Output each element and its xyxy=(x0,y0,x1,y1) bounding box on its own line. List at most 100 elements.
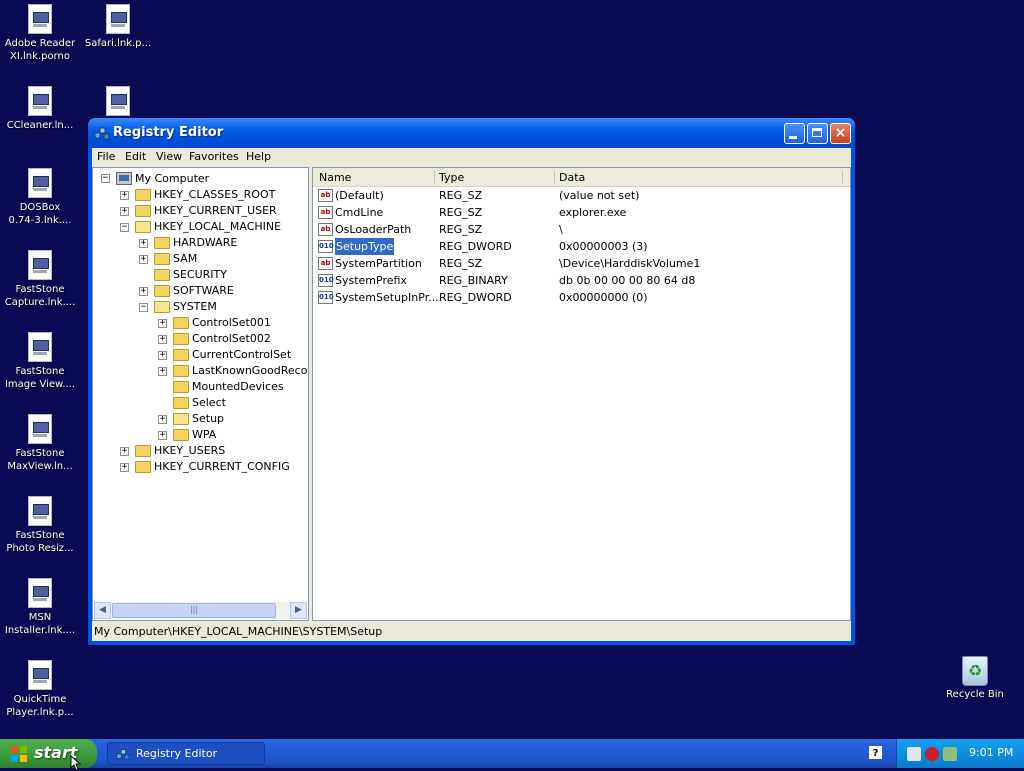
expand-icon[interactable]: + xyxy=(139,287,148,296)
value-row[interactable]: ab OsLoaderPath REG_SZ \ xyxy=(313,221,850,238)
tree-node-software[interactable]: + SOFTWARE xyxy=(93,283,308,299)
expand-icon[interactable]: + xyxy=(120,191,129,200)
column-header-name[interactable]: Name xyxy=(319,171,351,184)
tree-node-setup[interactable]: + Setup xyxy=(93,411,308,427)
title-bar[interactable]: Registry Editor × xyxy=(88,118,855,148)
maximize-button[interactable] xyxy=(807,123,828,144)
start-button[interactable]: start xyxy=(0,739,97,768)
value-row-selected[interactable]: 010 SetupType REG_DWORD 0x00000003 (3) xyxy=(313,238,850,255)
menu-view[interactable]: View xyxy=(156,150,182,163)
folder-icon xyxy=(173,317,189,329)
tree-node-controlset002[interactable]: + ControlSet002 xyxy=(93,331,308,347)
clock[interactable]: 9:01 PM xyxy=(969,746,1013,759)
menu-file[interactable]: File xyxy=(97,150,115,163)
expand-icon[interactable]: + xyxy=(158,319,167,328)
registry-values-pane[interactable]: Name Type Data ab (Default) REG_SZ (valu… xyxy=(312,167,851,621)
desktop-icon-msn-installer[interactable]: MSN Installer.lnk.... xyxy=(0,578,80,637)
tree-node-controlset001[interactable]: + ControlSet001 xyxy=(93,315,308,331)
expand-icon[interactable]: + xyxy=(158,431,167,440)
maximize-icon xyxy=(808,124,827,143)
scroll-right-button[interactable]: ▶ xyxy=(290,602,307,619)
help-icon[interactable]: ? xyxy=(869,746,882,759)
tree-node-security[interactable]: SECURITY xyxy=(93,267,308,283)
desktop-icon-faststone-maxview[interactable]: FastStone MaxView.ln... xyxy=(0,414,80,473)
expand-icon[interactable]: + xyxy=(158,415,167,424)
taskbar-button-registry-editor[interactable]: Registry Editor xyxy=(107,742,265,765)
expand-icon[interactable]: + xyxy=(158,335,167,344)
column-header-type[interactable]: Type xyxy=(439,171,464,184)
tree-horizontal-scrollbar[interactable]: ◀ ||| ▶ xyxy=(94,602,307,619)
tree-node-wpa[interactable]: + WPA xyxy=(93,427,308,443)
tree-node-mounteddevices[interactable]: MountedDevices xyxy=(93,379,308,395)
tree-node-hkcu[interactable]: + HKEY_CURRENT_USER xyxy=(93,203,308,219)
tree-node-hklm[interactable]: − HKEY_LOCAL_MACHINE xyxy=(93,219,308,235)
system-tray: 9:01 PM xyxy=(896,739,1024,768)
desktop-icon-adobe-reader[interactable]: Adobe Reader XI.lnk.porno xyxy=(0,4,80,63)
tree-node-label: MountedDevices xyxy=(192,380,284,393)
desktop-icon-hidden[interactable] xyxy=(78,86,158,119)
collapse-icon[interactable]: − xyxy=(139,303,148,312)
folder-icon xyxy=(173,333,189,345)
expand-icon[interactable]: + xyxy=(139,239,148,248)
tree-node-hkcc[interactable]: + HKEY_CURRENT_CONFIG xyxy=(93,459,308,475)
registry-editor-window[interactable]: Registry Editor × File Edit View Favorit… xyxy=(88,118,855,645)
expand-icon[interactable]: + xyxy=(120,447,129,456)
desktop-icon-label: QuickTime Player.lnk.p... xyxy=(6,694,74,718)
value-row[interactable]: 010 SystemSetupInPr... REG_DWORD 0x00000… xyxy=(313,289,850,306)
column-header-data[interactable]: Data xyxy=(559,171,585,184)
tree-node-hkcr[interactable]: + HKEY_CLASSES_ROOT xyxy=(93,187,308,203)
desktop-icon-safari[interactable]: Safari.lnk.p... xyxy=(78,4,158,50)
expand-icon[interactable]: + xyxy=(120,463,129,472)
column-divider[interactable] xyxy=(434,171,435,184)
shortcut-file-icon xyxy=(28,250,52,280)
folder-icon xyxy=(154,253,170,265)
value-row[interactable]: 010 SystemPrefix REG_BINARY db 0b 00 00 … xyxy=(313,272,850,289)
network-icon[interactable] xyxy=(907,747,921,761)
value-row[interactable]: ab (Default) REG_SZ (value not set) xyxy=(313,187,850,204)
column-divider[interactable] xyxy=(842,171,843,184)
string-value-icon: ab xyxy=(318,189,333,202)
tree-node-select[interactable]: Select xyxy=(93,395,308,411)
desktop-icon-faststone-photo-resizer[interactable]: FastStone Photo Resiz... xyxy=(0,496,80,555)
expand-icon[interactable]: + xyxy=(158,367,167,376)
expand-icon[interactable]: + xyxy=(158,351,167,360)
value-type: REG_SZ xyxy=(439,206,483,219)
scroll-thumb[interactable]: ||| xyxy=(112,603,276,618)
expand-icon[interactable]: + xyxy=(139,255,148,264)
tree-node-my-computer[interactable]: − My Computer xyxy=(93,171,308,187)
collapse-icon[interactable]: − xyxy=(101,174,110,183)
collapse-icon[interactable]: − xyxy=(120,223,129,232)
minimize-button[interactable] xyxy=(784,123,805,144)
column-divider[interactable] xyxy=(554,171,555,184)
status-bar: My Computer\HKEY_LOCAL_MACHINE\SYSTEM\Se… xyxy=(94,625,383,638)
expand-icon[interactable]: + xyxy=(120,207,129,216)
value-row[interactable]: ab CmdLine REG_SZ explorer.exe xyxy=(313,204,850,221)
desktop-icon-quicktime[interactable]: QuickTime Player.lnk.p... xyxy=(0,660,80,719)
minimize-icon xyxy=(785,124,804,143)
tree-node-lastknowngood[interactable]: + LastKnownGoodRecove xyxy=(93,363,308,379)
folder-icon xyxy=(154,285,170,297)
desktop-icon-faststone-image-viewer[interactable]: FastStone Image View.... xyxy=(0,332,80,391)
desktop-icon-faststone-capture[interactable]: FastStone Capture.lnk.... xyxy=(0,250,80,309)
tree-node-hku[interactable]: + HKEY_USERS xyxy=(93,443,308,459)
tree-node-hardware[interactable]: + HARDWARE xyxy=(93,235,308,251)
desktop-icon-dosbox[interactable]: DOSBox 0.74-3.lnk.... xyxy=(0,168,80,227)
registry-tree-pane[interactable]: − My Computer + HKEY_CLASSES_ROOT + HKEY… xyxy=(92,167,309,621)
value-row[interactable]: ab SystemPartition REG_SZ \Device\Harddi… xyxy=(313,255,850,272)
tree-node-sam[interactable]: + SAM xyxy=(93,251,308,267)
desktop-icon-ccleaner[interactable]: CCleaner.ln... xyxy=(0,86,80,132)
taskbar-button-label: Registry Editor xyxy=(136,747,218,760)
scroll-left-button[interactable]: ◀ xyxy=(94,602,111,619)
menu-help[interactable]: Help xyxy=(246,150,271,163)
folder-open-icon xyxy=(173,413,189,425)
menu-edit[interactable]: Edit xyxy=(125,150,146,163)
desktop-icon-recycle-bin[interactable]: ♻ Recycle Bin xyxy=(940,656,1010,700)
close-button[interactable]: × xyxy=(830,123,851,144)
shortcut-file-icon xyxy=(106,4,130,34)
security-shield-icon[interactable] xyxy=(925,747,939,761)
windows-logo-icon xyxy=(11,746,27,762)
safely-remove-hardware-icon[interactable] xyxy=(943,747,957,761)
menu-favorites[interactable]: Favorites xyxy=(189,150,239,163)
tree-node-system[interactable]: − SYSTEM xyxy=(93,299,308,315)
tree-node-currentcontrolset[interactable]: + CurrentControlSet xyxy=(93,347,308,363)
